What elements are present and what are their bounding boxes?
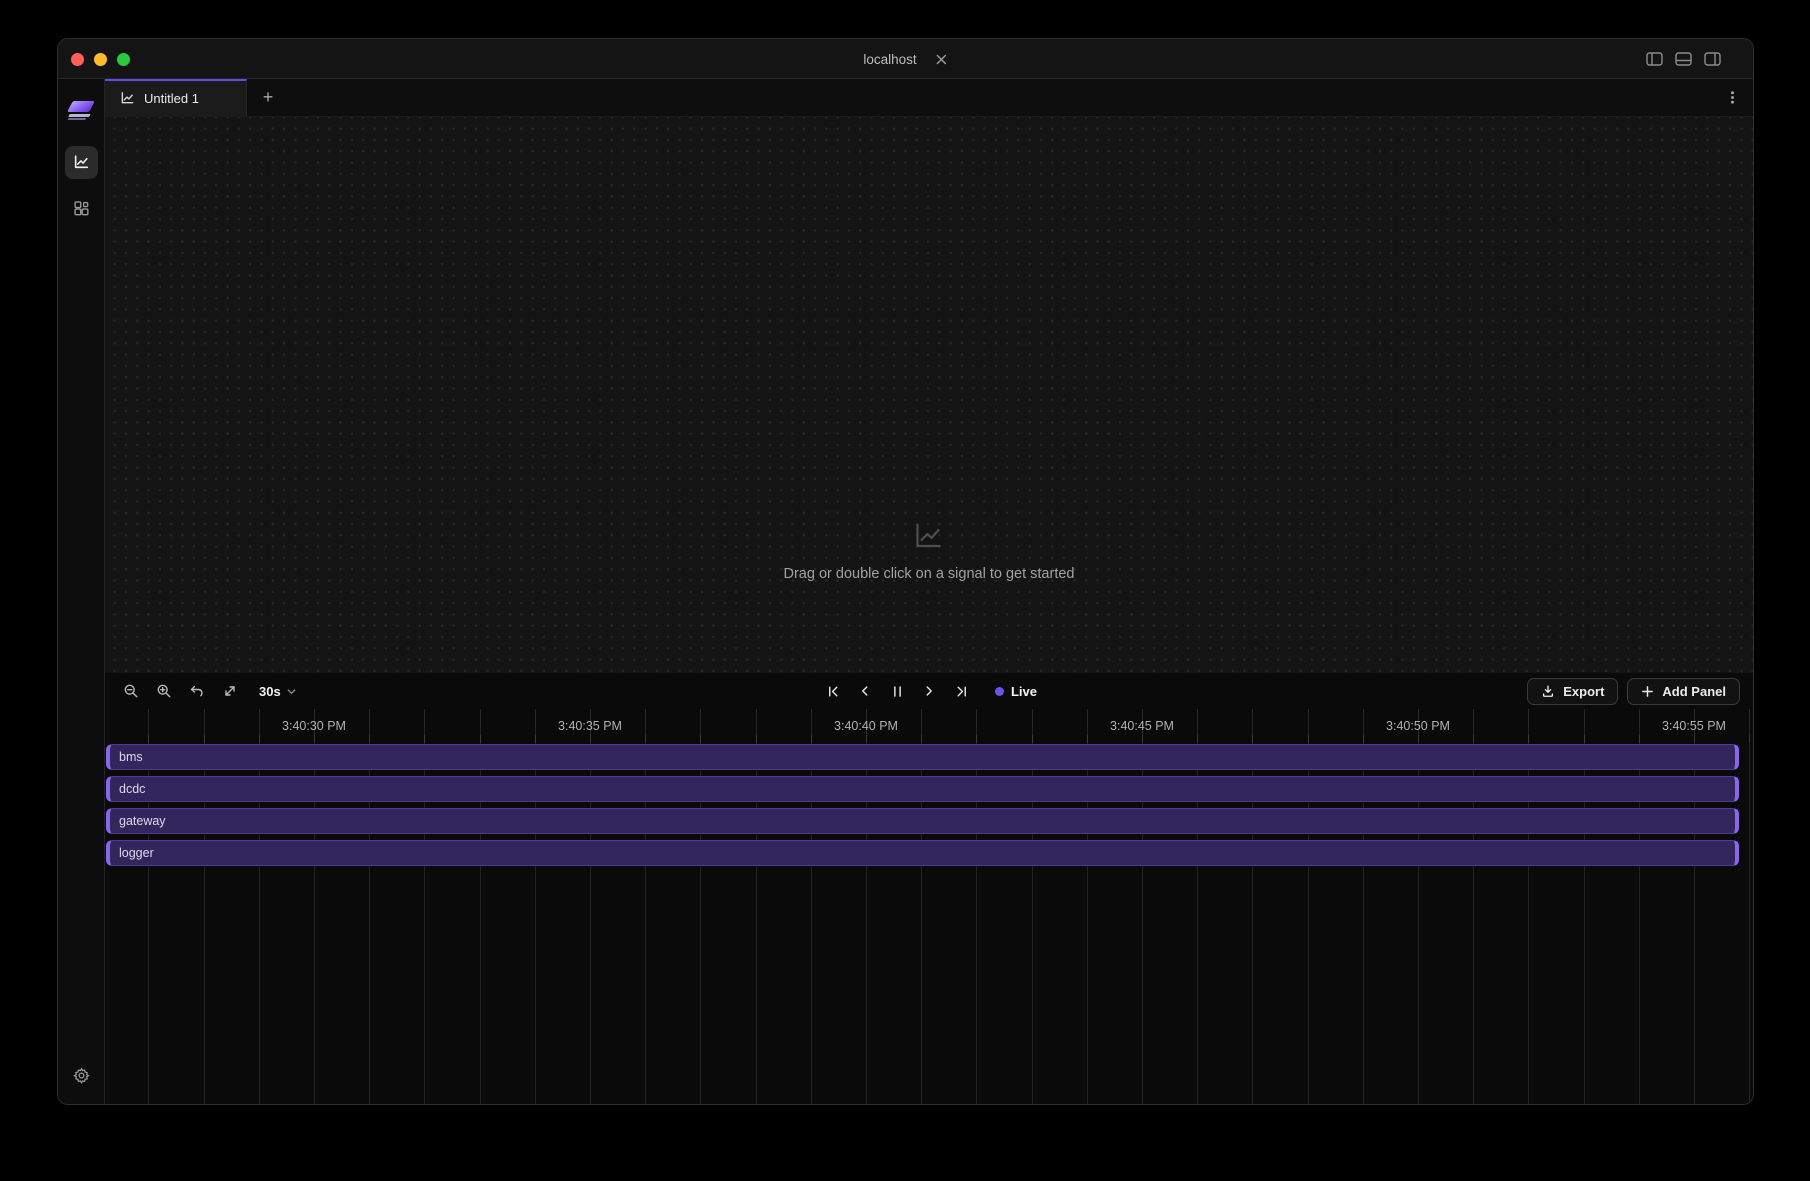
axis-tick [976,735,977,743]
axis-tick [590,735,591,743]
axis-tick [1032,735,1033,743]
axis-tick-label: 3:40:55 PM [1662,719,1726,733]
axis-tick [700,735,701,743]
axis-tick [1473,735,1474,743]
axis-tick [1142,735,1143,743]
panel-right-icon[interactable] [1704,52,1721,66]
tab-overflow-menu-icon[interactable] [1726,79,1739,115]
axis-tick [866,735,867,743]
panels-icon [73,200,90,217]
traffic-lights [71,53,130,66]
track-label: bms [110,750,143,764]
axis-tick [1749,735,1750,743]
app-window: localhost [57,38,1754,1105]
axis-tick-label: 3:40:45 PM [1110,719,1174,733]
live-dot-icon [995,687,1004,696]
traffic-minimize-button[interactable] [94,53,107,66]
titlebar: localhost [58,39,1753,79]
axis-tick-label: 3:40:50 PM [1386,719,1450,733]
live-indicator[interactable]: Live [995,684,1037,699]
timeline-toolbar: 30s [105,673,1753,709]
download-icon [1541,684,1555,698]
traffic-close-button[interactable] [71,53,84,66]
axis-tick [369,735,370,743]
skip-to-end-button[interactable] [949,679,973,703]
export-label: Export [1563,684,1604,699]
line-chart-icon [120,91,135,106]
track-label: dcdc [110,782,145,796]
time-range-value: 30s [259,684,281,699]
track-label: gateway [110,814,166,828]
pause-button[interactable] [885,679,909,703]
signal-track-logger[interactable]: logger [106,840,1739,866]
panel-left-icon[interactable] [1646,52,1663,66]
traffic-zoom-button[interactable] [117,53,130,66]
axis-tick [1639,735,1640,743]
empty-state-message: Drag or double click on a signal to get … [784,566,1075,582]
axis-tick [921,735,922,743]
tab-bar: Untitled 1 + [105,79,1753,117]
line-chart-icon [913,521,945,553]
line-chart-icon [73,154,90,171]
sidebar [58,79,105,1105]
axis-tick [480,735,481,743]
sidebar-item-charts[interactable] [65,146,98,179]
axis-tick [1308,735,1309,743]
axis-tick [811,735,812,743]
axis-tick [1197,735,1198,743]
signal-track-gateway[interactable]: gateway [106,808,1739,834]
panel-bottom-icon[interactable] [1675,52,1692,66]
zoom-out-button[interactable] [119,679,143,703]
chevron-down-icon [286,686,297,697]
axis-tick [1584,735,1585,743]
time-axis[interactable]: 3:40:30 PM 3:40:35 PM 3:40:40 PM 3:40:45 PM… [105,709,1753,743]
track-label: logger [110,846,154,860]
axis-tick [148,735,149,743]
gear-icon [73,1067,90,1084]
sidebar-item-panels[interactable] [65,192,98,225]
add-panel-button[interactable]: Add Panel [1627,678,1740,705]
zoom-in-button[interactable] [152,679,176,703]
export-button[interactable]: Export [1527,678,1618,705]
axis-tick [314,735,315,743]
fit-expand-button[interactable] [218,679,242,703]
add-panel-label: Add Panel [1662,684,1726,699]
tab-label: Untitled 1 [144,91,199,106]
axis-tick [1252,735,1253,743]
axis-tick-label: 3:40:40 PM [834,719,898,733]
add-tab-button[interactable]: + [247,79,289,116]
time-range-select[interactable]: 30s [259,684,297,699]
undo-button[interactable] [185,679,209,703]
track-gridline [1749,743,1750,1105]
app-logo-icon[interactable] [68,99,95,123]
close-icon[interactable] [935,53,948,66]
axis-tick [756,735,757,743]
layout-toggle-group [1646,39,1721,79]
axis-tick [1528,735,1529,743]
axis-tick [535,735,536,743]
window-title: localhost [863,52,916,67]
axis-tick [1087,735,1088,743]
skip-to-start-button[interactable] [821,679,845,703]
axis-tick [204,735,205,743]
step-back-button[interactable] [853,679,877,703]
axis-tick-label: 3:40:30 PM [282,719,346,733]
settings-button[interactable] [65,1059,98,1092]
axis-tick [259,735,260,743]
axis-tick [645,735,646,743]
axis-tick [1363,735,1364,743]
tab-untitled-1[interactable]: Untitled 1 [105,79,247,116]
signal-tracks-area[interactable]: bms dcdc gateway logger [105,743,1753,1105]
signal-track-dcdc[interactable]: dcdc [106,776,1739,802]
empty-state: Drag or double click on a signal to get … [784,521,1075,582]
axis-tick [1694,735,1695,743]
live-label: Live [1011,684,1037,699]
step-forward-button[interactable] [917,679,941,703]
axis-tick [1418,735,1419,743]
axis-tick [424,735,425,743]
plus-icon [1641,685,1654,698]
axis-tick-label: 3:40:35 PM [558,719,622,733]
plot-canvas[interactable]: Drag or double click on a signal to get … [105,117,1753,673]
signal-track-bms[interactable]: bms [106,744,1739,770]
